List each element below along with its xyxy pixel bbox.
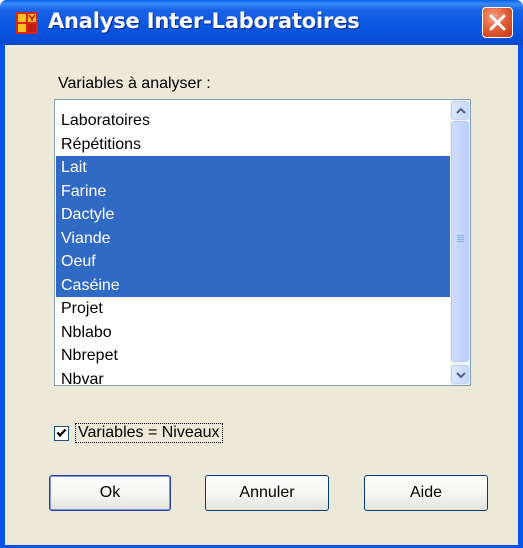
scroll-up-button[interactable] [451, 101, 469, 120]
variables-list: Laboratoires Répétitions Lait Farine Dactyle… [56, 109, 451, 386]
close-button[interactable] [482, 7, 513, 38]
checkmark-icon [56, 428, 67, 437]
list-item[interactable]: Caséine [56, 273, 451, 297]
scroll-down-arrow-icon [456, 372, 466, 379]
list-item[interactable]: Oeuf [56, 250, 451, 274]
list-item[interactable]: Laboratoires [56, 109, 451, 133]
list-item[interactable]: Viande [56, 226, 451, 250]
list-item[interactable]: Farine [56, 179, 451, 203]
cancel-button[interactable]: Annuler [205, 475, 329, 511]
variables-niveaux-label: Variables = Niveaux [75, 423, 223, 443]
variables-niveaux-checkbox[interactable] [54, 425, 69, 441]
help-button[interactable]: Aide [364, 475, 488, 511]
dialog-window: Analyse Inter-Laboratoires Variables à a… [0, 0, 523, 548]
title-bar[interactable]: Analyse Inter-Laboratoires [0, 0, 523, 45]
close-icon [489, 14, 506, 31]
variables-niveaux-option[interactable]: Variables = Niveaux [54, 420, 223, 446]
scroll-up-arrow-icon [456, 107, 466, 114]
app-logo-icon [16, 12, 38, 34]
vertical-scrollbar[interactable] [450, 100, 470, 385]
scroll-thumb[interactable] [451, 121, 469, 362]
scroll-down-button[interactable] [451, 365, 469, 384]
list-item[interactable]: Projet [56, 297, 451, 321]
dialog-content: Variables à analyser : Laboratoires Répét… [5, 45, 518, 545]
list-item[interactable]: Dactyle [56, 203, 451, 227]
list-item[interactable]: Répétitions [56, 133, 451, 157]
list-item[interactable]: Nbvar [56, 368, 451, 386]
ok-button[interactable]: Ok [49, 475, 171, 511]
list-item[interactable]: Nblabo [56, 321, 451, 345]
variables-listbox[interactable]: Laboratoires Répétitions Lait Farine Dactyle… [54, 99, 471, 386]
list-item[interactable]: Lait [56, 156, 451, 180]
variables-label: Variables à analyser : [58, 75, 211, 92]
list-item[interactable]: Nbrepet [56, 344, 451, 368]
scroll-grip-icon [457, 235, 464, 243]
window-title: Analyse Inter-Laboratoires [48, 9, 360, 33]
